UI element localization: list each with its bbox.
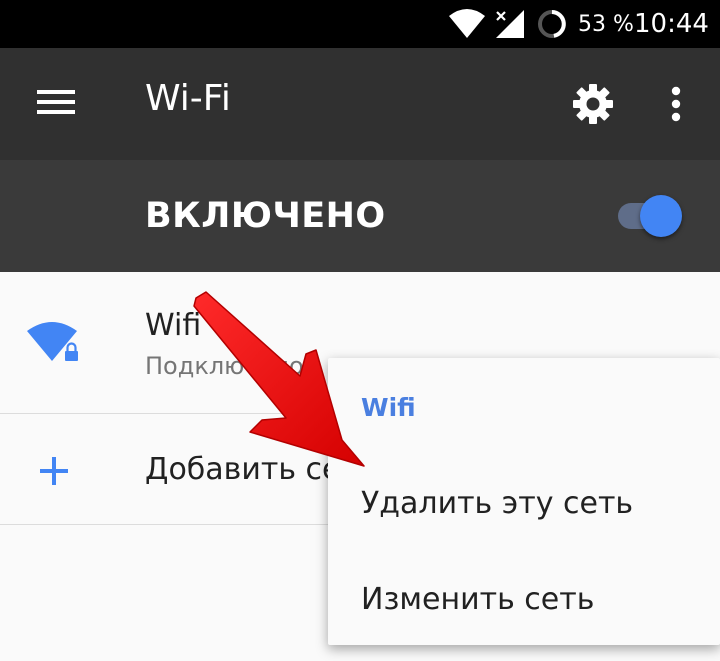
cellular-no-data-icon bbox=[494, 0, 526, 48]
plus-icon bbox=[24, 441, 84, 501]
more-vert-icon bbox=[671, 86, 681, 126]
more-options-button[interactable] bbox=[652, 78, 700, 134]
forget-network-label: Удалить эту сеть bbox=[361, 486, 634, 521]
gear-icon bbox=[571, 82, 615, 130]
wifi-settings-screen: 53 % 10:44 Wi-Fi ВКЛЮЧЕНО Wifi Подключен… bbox=[0, 0, 720, 661]
app-bar: Wi-Fi bbox=[0, 48, 720, 160]
context-menu-title: Wifi bbox=[361, 393, 416, 422]
wifi-signal-icon bbox=[448, 0, 486, 48]
master-switch-label: ВКЛЮЧЕНО bbox=[145, 196, 386, 236]
forget-network-item[interactable]: Удалить эту сеть bbox=[328, 458, 720, 550]
modify-network-item[interactable]: Изменить сеть bbox=[328, 554, 720, 646]
battery-percent: 53 % bbox=[578, 11, 634, 37]
wifi-toggle-switch[interactable] bbox=[612, 192, 684, 240]
menu-icon bbox=[37, 88, 75, 120]
switch-thumb bbox=[640, 195, 682, 237]
status-bar: 53 % 10:44 bbox=[0, 0, 720, 48]
page-title: Wi-Fi bbox=[145, 78, 231, 119]
battery-icon bbox=[536, 0, 568, 48]
clock: 10:44 bbox=[634, 9, 709, 39]
wifi-master-switch-bar[interactable]: ВКЛЮЧЕНО bbox=[0, 160, 720, 272]
settings-button[interactable] bbox=[565, 78, 621, 134]
modify-network-label: Изменить сеть bbox=[361, 582, 595, 617]
network-context-menu: Wifi Удалить эту сеть Изменить сеть bbox=[328, 358, 720, 645]
menu-button[interactable] bbox=[30, 78, 82, 130]
network-status: Подключено bbox=[145, 352, 304, 380]
wifi-lock-icon bbox=[24, 312, 84, 372]
network-name: Wifi bbox=[145, 308, 202, 343]
